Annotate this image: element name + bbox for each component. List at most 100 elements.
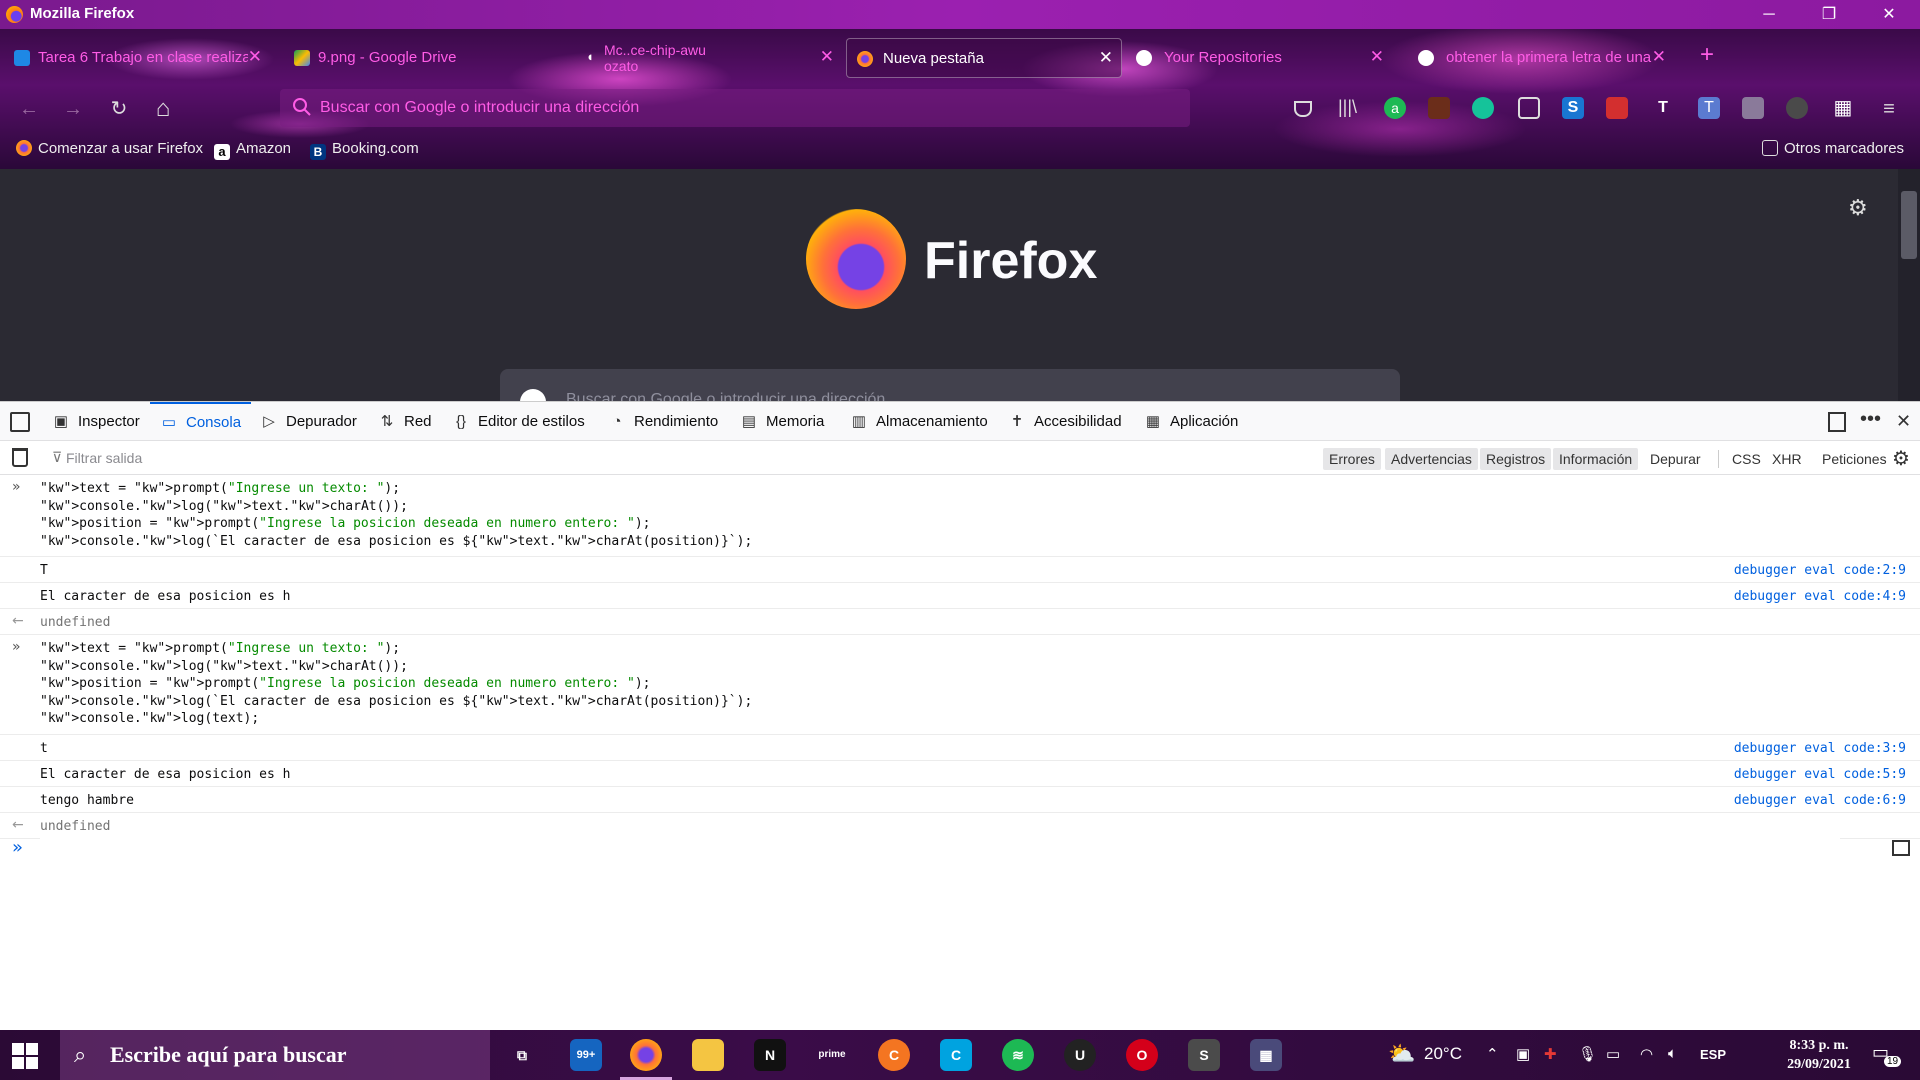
devtools-tab-inspector[interactable]: ▣ Inspector: [52, 402, 140, 442]
tab-github[interactable]: Your Repositories ✕: [1130, 38, 1392, 78]
filter-depurar[interactable]: Depurar: [1644, 448, 1707, 470]
close-tab-icon[interactable]: ✕: [1652, 47, 1666, 67]
console-input[interactable]: [40, 837, 1840, 859]
weather-icon[interactable]: ⛅: [1388, 1041, 1415, 1067]
url-input[interactable]: [320, 89, 1180, 127]
taskbar-search[interactable]: ⌕: [60, 1030, 490, 1080]
tab-google-drive[interactable]: 9.png - Google Drive: [288, 38, 550, 78]
speaker-icon[interactable]: ◖: [586, 49, 602, 65]
firefox-icon[interactable]: [620, 1039, 672, 1080]
tab-google-search[interactable]: obtener la primera letra de una ✕: [1412, 38, 1674, 78]
file-explorer-icon[interactable]: [692, 1039, 724, 1071]
filter-informacion[interactable]: Información: [1553, 448, 1639, 470]
editor-mode-icon[interactable]: [1892, 840, 1910, 856]
tab-nueva-pestana[interactable]: Nueva pestaña ✕: [846, 38, 1122, 78]
reload-button[interactable]: ↻: [104, 94, 134, 124]
menu-button[interactable]: ≡: [1874, 94, 1904, 124]
chevron-up-icon[interactable]: ⌃: [1486, 1045, 1499, 1063]
canva-icon[interactable]: C: [940, 1039, 972, 1071]
devtools-tab-memoria[interactable]: ▤ Memoria: [740, 402, 824, 442]
more-options-icon[interactable]: •••: [1860, 408, 1881, 431]
opera-icon[interactable]: O: [1126, 1039, 1158, 1071]
close-tab-icon[interactable]: ✕: [820, 47, 834, 67]
antivirus-icon[interactable]: ✚: [1544, 1045, 1557, 1063]
taskbar-search-input[interactable]: [110, 1030, 480, 1080]
close-tab-icon[interactable]: ✕: [1099, 48, 1113, 68]
clock[interactable]: 8:33 p. m. 29/09/2021: [1764, 1036, 1874, 1074]
translate-icon[interactable]: T: [1652, 97, 1674, 119]
tab-tarea[interactable]: Tarea 6 Trabajo en clase realiza ✕: [8, 38, 270, 78]
source-location-link[interactable]: debugger eval code:2:9: [1734, 563, 1906, 578]
filter-advertencias[interactable]: Advertencias: [1385, 448, 1478, 470]
tab-audio[interactable]: ◖ Mc..ce-chip-awu ozato ✕: [580, 38, 842, 78]
sublime-icon[interactable]: S: [1188, 1039, 1220, 1071]
other-bookmarks[interactable]: Otros marcadores: [1762, 140, 1904, 157]
filter-css[interactable]: CSS: [1726, 448, 1767, 470]
extension-icon[interactable]: [1428, 97, 1450, 119]
source-location-link[interactable]: debugger eval code:4:9: [1734, 589, 1906, 604]
wifi-icon[interactable]: ◠: [1640, 1045, 1653, 1063]
close-tab-icon[interactable]: ✕: [248, 47, 262, 67]
devtools-tab-depurador[interactable]: ▷ Depurador: [260, 402, 357, 442]
task-view-icon[interactable]: ⧉: [506, 1039, 538, 1071]
filter-peticiones[interactable]: Peticiones: [1816, 448, 1893, 470]
highlighter-icon[interactable]: [1606, 97, 1628, 119]
grammarly-icon[interactable]: [1472, 97, 1494, 119]
library-icon[interactable]: |||\: [1338, 97, 1360, 119]
weather-temp[interactable]: 20°C: [1424, 1044, 1462, 1064]
new-tab-button[interactable]: +: [1700, 41, 1714, 69]
source-location-link[interactable]: debugger eval code:3:9: [1734, 741, 1906, 756]
scrollbar-thumb[interactable]: [1901, 191, 1917, 259]
netflix-icon[interactable]: N: [754, 1039, 786, 1071]
close-devtools-icon[interactable]: ✕: [1896, 411, 1911, 432]
console-settings-gear-icon[interactable]: ⚙: [1892, 446, 1910, 471]
devtools-tab-rendimiento[interactable]: ◔ Rendimiento: [608, 402, 718, 442]
filter-errores[interactable]: Errores: [1323, 448, 1381, 470]
restore-button[interactable]: ❐: [1806, 2, 1852, 28]
devtools-tab-aplicacion[interactable]: ▦ Aplicación: [1144, 402, 1238, 442]
mail-icon[interactable]: 99+: [570, 1039, 602, 1071]
filter-registros[interactable]: Registros: [1480, 448, 1552, 470]
skype-icon[interactable]: S: [1562, 97, 1584, 119]
page-scrollbar[interactable]: [1898, 169, 1920, 401]
source-location-link[interactable]: debugger eval code:6:9: [1734, 793, 1906, 808]
minimize-button[interactable]: ─: [1746, 2, 1792, 28]
battery-icon[interactable]: ▭: [1606, 1045, 1620, 1063]
language-indicator[interactable]: ESP: [1700, 1047, 1726, 1062]
filter-xhr[interactable]: XHR: [1766, 448, 1808, 470]
extension-icon[interactable]: [1742, 97, 1764, 119]
back-button[interactable]: ←: [14, 94, 44, 124]
extension-a-icon[interactable]: a: [1384, 97, 1406, 119]
forward-button[interactable]: →: [58, 94, 88, 124]
trash-icon[interactable]: [12, 448, 28, 467]
extension-t-icon[interactable]: T: [1698, 97, 1720, 119]
url-bar[interactable]: [280, 89, 1190, 127]
bookmark-firefox[interactable]: Comenzar a usar Firefox: [16, 140, 203, 157]
devtools-tab-consola[interactable]: ▭ Consola: [150, 402, 252, 442]
crunchyroll-icon[interactable]: C: [878, 1039, 910, 1071]
devtools-tab-red[interactable]: ⇅ Red: [378, 402, 432, 442]
volume-icon[interactable]: 🔈︎: [1668, 1045, 1677, 1062]
spotify-icon[interactable]: ≋: [1002, 1039, 1034, 1071]
calculator-icon[interactable]: ▦: [1250, 1039, 1282, 1071]
home-button[interactable]: ⌂: [148, 94, 178, 124]
bookmark-amazon[interactable]: a Amazon: [214, 140, 291, 160]
gear-icon[interactable]: ⚙: [1848, 195, 1868, 221]
microphone-icon[interactable]: 🎙︎: [1578, 1045, 1597, 1063]
devtools-tab-accesibilidad[interactable]: ✝ Accesibilidad: [1008, 402, 1122, 442]
unreal-icon[interactable]: U: [1064, 1039, 1096, 1071]
meet-now-icon[interactable]: ▣: [1516, 1045, 1530, 1063]
extension-icon[interactable]: [1786, 97, 1808, 119]
pocket-icon[interactable]: [1294, 101, 1312, 117]
screenshot-icon[interactable]: [1518, 97, 1540, 119]
close-window-button[interactable]: ✕: [1866, 2, 1912, 28]
element-picker-icon[interactable]: [10, 412, 30, 432]
apps-grid-icon[interactable]: ▦: [1832, 97, 1854, 119]
devtools-tab-editor-estilos[interactable]: {} Editor de estilos: [452, 402, 585, 442]
dock-toggle-icon[interactable]: [1828, 412, 1846, 432]
source-location-link[interactable]: debugger eval code:5:9: [1734, 767, 1906, 782]
page-search-box[interactable]: Buscar con Google o introducir una direc…: [500, 369, 1400, 401]
bookmark-booking[interactable]: B Booking.com: [310, 140, 419, 160]
devtools-tab-almacenamiento[interactable]: ▥ Almacenamiento: [850, 402, 988, 442]
close-tab-icon[interactable]: ✕: [1370, 47, 1384, 67]
